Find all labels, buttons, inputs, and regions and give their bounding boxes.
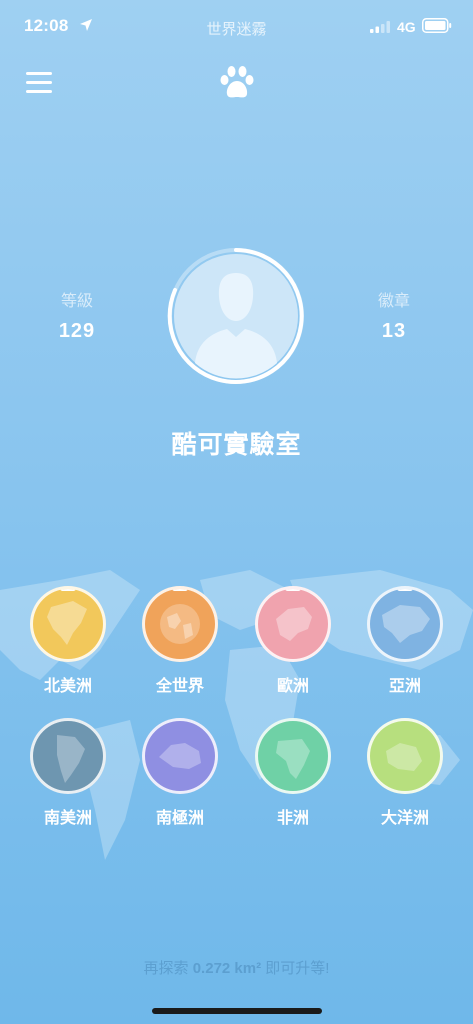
continent-badge — [30, 586, 106, 662]
continent-north-america[interactable]: 北美洲 — [18, 586, 118, 696]
continent-badge — [255, 718, 331, 794]
continent-whole-world[interactable]: 全世界 — [130, 586, 230, 696]
hint-amount: 0.272 km² — [192, 960, 262, 977]
continent-label: 北美洲 — [43, 678, 92, 695]
continent-label: 全世界 — [155, 678, 204, 695]
avatar[interactable] — [165, 245, 307, 387]
continent-label: 亞洲 — [388, 678, 421, 695]
oceania-icon — [386, 743, 422, 771]
level-label: 等級 — [60, 293, 93, 310]
continent-badge — [367, 718, 443, 794]
continent-asia[interactable]: 亞洲 — [355, 586, 455, 696]
signal-strength-icon — [370, 21, 390, 33]
continent-badge — [142, 718, 218, 794]
badge-count-label: 徽章 — [377, 293, 410, 310]
asia-icon — [382, 605, 430, 643]
continent-badge — [367, 586, 443, 662]
north-america-icon — [47, 601, 87, 645]
level-up-hint: 再探索 0.272 km² 即可升等! — [0, 957, 473, 978]
continent-badge — [142, 586, 218, 662]
continent-label: 非洲 — [276, 810, 309, 827]
continent-oceania[interactable]: 大洋洲 — [355, 718, 455, 828]
badge-count-value[interactable]: 13 — [334, 320, 454, 343]
continent-label: 大洋洲 — [380, 810, 429, 827]
home-indicator[interactable] — [152, 1008, 322, 1014]
hint-suffix: 即可升等! — [261, 960, 330, 977]
menu-button[interactable] — [26, 70, 54, 94]
battery-icon — [422, 18, 452, 33]
continent-europe[interactable]: 歐洲 — [243, 586, 343, 696]
africa-icon — [276, 739, 310, 779]
antarctica-icon — [159, 743, 201, 769]
paw-icon — [220, 66, 254, 98]
level-value: 129 — [58, 320, 96, 342]
username: 酷可實驗室 — [171, 431, 302, 459]
continent-africa[interactable]: 非洲 — [243, 718, 343, 828]
continent-south-america[interactable]: 南美洲 — [18, 718, 118, 828]
globe-icon — [160, 604, 200, 644]
continent-antarctica[interactable]: 南極洲 — [130, 718, 230, 828]
hint-prefix: 再探索 — [143, 960, 193, 977]
network-type: 4G — [397, 19, 416, 35]
continent-label: 南美洲 — [43, 810, 92, 827]
europe-icon — [276, 607, 312, 641]
south-america-icon — [57, 735, 85, 783]
continent-label: 南極洲 — [155, 810, 204, 827]
continent-label: 歐洲 — [276, 678, 309, 695]
continent-badge — [30, 718, 106, 794]
continent-badge — [255, 586, 331, 662]
